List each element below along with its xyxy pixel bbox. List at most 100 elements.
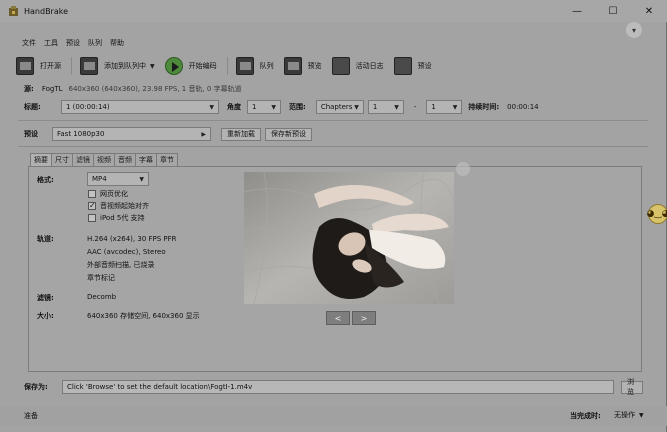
tab-dimensions[interactable]: 尺寸 [51,153,73,166]
chevron-down-icon[interactable]: ▼ [150,63,155,70]
cursor-indicator [456,162,470,176]
range-mode-select[interactable]: Chapters ▼ [315,100,364,114]
browse-button[interactable]: 浏览 [621,378,643,396]
save-as-label: 保存为: [24,383,48,391]
tab-audio[interactable]: 音频 [114,153,136,166]
window-controls: — ☐ ✕ [559,0,667,22]
divider [18,146,648,147]
chevron-down-icon: ▼ [639,411,644,419]
menu-queue[interactable]: 队列 [88,38,102,52]
queue-button[interactable]: 队列 [235,55,274,77]
preset-select[interactable]: Fast 1080p30 ▶ [52,127,211,141]
queue-icon [235,57,254,75]
title-select[interactable]: 1 (00:00:14) ▼ [61,100,219,114]
source-label: 源: [24,85,34,93]
tab-bar: 摘要 尺寸 滤镜 视频 音频 字幕 章节 [30,153,178,166]
tracks-list: H.264 (x264), 30 FPS PFR AAC (avcodec), … [87,233,177,285]
reload-preset-button[interactable]: 重新加载 [221,127,261,141]
add-to-queue-label: 添加到队列中 [104,62,146,70]
format-select[interactable]: MP4 ▼ [87,172,149,186]
close-button[interactable]: ✕ [631,0,667,22]
assistant-emoji-icon[interactable]: ◕‿◕ [647,204,667,224]
next-preview-button[interactable]: > [352,311,376,325]
menu-help[interactable]: 帮助 [110,38,124,52]
menu-presets[interactable]: 预设 [66,38,80,52]
open-source-icon [16,57,34,75]
when-done-value: 无操作 [614,411,635,419]
play-icon [164,57,183,75]
title-value: 1 (00:00:14) [66,103,110,111]
menu-tools[interactable]: 工具 [44,38,58,52]
summary-panel: 格式: MP4 ▼ 网页优化 音视频起始对齐 iPod 5代 支持 轨道: H.… [28,166,642,372]
save-new-preset-button[interactable]: 保存新预设 [265,127,312,141]
preview-label: 预览 [307,62,322,70]
tab-summary[interactable]: 摘要 [30,153,52,166]
angle-label: 角度 [227,103,241,111]
menu-file[interactable]: 文件 [22,38,36,52]
track-item: AAC (avcodec), Stereo [87,248,166,256]
angle-value: 1 [252,103,257,111]
duration-label: 持续时间: [468,103,500,111]
filters-label: 滤镜: [37,294,54,302]
chevron-down-icon: ▼ [354,103,359,111]
chevron-down-icon: ▼ [394,103,399,111]
start-encode-label: 开始编码 [188,62,217,70]
align-av-label: 音视频起始对齐 [100,202,149,210]
queue-label: 队列 [259,62,274,70]
when-done-label: 当完成时: [570,412,601,420]
range-dash: - [413,103,417,111]
title-bar: HandBrake — ☐ ✕ [0,0,667,22]
tab-filters[interactable]: 滤镜 [72,153,94,166]
tab-video[interactable]: 视频 [93,153,115,166]
checkbox-box [88,201,96,210]
open-source-button[interactable]: 打开源 [16,55,61,77]
activity-log-icon [331,57,350,75]
floating-scroll-icon[interactable]: ▾ [626,22,642,38]
range-end-value: 1 [431,103,436,111]
toolbar-separator [226,57,228,75]
save-row: 保存为: Click 'Browse' to set the default l… [24,378,643,396]
range-start-value: 1 [372,103,378,111]
range-end-select[interactable]: 1 ▼ [426,100,463,114]
source-name: FogTL [41,85,63,93]
tab-subtitles[interactable]: 字幕 [135,153,157,166]
size-label: 大小: [37,312,54,320]
format-value: MP4 [92,175,107,183]
tracks-label: 轨道: [37,235,54,243]
preset-label: 预设 [24,130,38,138]
status-text: 准备 [24,412,38,420]
track-item: H.264 (x264), 30 FPS PFR [87,235,177,243]
align-av-checkbox[interactable]: 音视频起始对齐 [88,201,149,211]
previous-preview-button[interactable]: < [326,311,350,325]
angle-select[interactable]: 1 ▼ [247,100,281,114]
status-bar: 准备 当完成时: 无操作 ▼ [0,406,667,426]
title-row: 标题: 1 (00:00:14) ▼ 角度 1 ▼ 范围: Chapters ▼… [24,100,539,114]
ipod-support-checkbox[interactable]: iPod 5代 支持 [88,213,145,223]
maximize-button[interactable]: ☐ [595,0,631,22]
start-encode-button[interactable]: 开始编码 [164,55,217,77]
add-to-queue-button[interactable]: 添加到队列中 ▼ [80,55,155,77]
source-row: 源: FogTL 640x360 (640x360), 23.98 FPS, 1… [24,84,242,94]
presets-button[interactable]: 预设 [393,55,432,77]
chevron-down-icon: ▼ [452,103,458,111]
menu-bar: 文件 工具 预设 队列 帮助 [0,38,124,52]
preset-row: 预设 Fast 1080p30 ▶ 重新加载 保存新预设 [24,127,312,141]
tab-chapters[interactable]: 章节 [156,153,178,166]
checkbox-box [88,214,96,222]
activity-log-button[interactable]: 活动日志 [331,55,384,77]
window-title: HandBrake [24,6,69,16]
save-path-input[interactable]: Click 'Browse' to set the default locati… [62,380,614,394]
when-done-dropdown[interactable]: 无操作 ▼ [614,410,644,420]
range-label: 范围: [289,103,306,111]
preview-nav: < > [326,311,376,325]
track-item: 外部音频扫描, 已烧录 [87,261,155,269]
size-value: 640x360 存储空间, 640x360 显示 [87,312,200,320]
minimize-button[interactable]: — [559,0,595,22]
preview-icon [283,57,302,75]
handbrake-window: HandBrake — ☐ ✕ ▾ 文件 工具 预设 队列 帮助 打开源 添加到… [0,0,667,432]
preview-button[interactable]: 预览 [283,55,322,77]
web-optimized-checkbox[interactable]: 网页优化 [88,189,128,199]
range-start-select[interactable]: 1 ▼ [367,100,404,114]
chevron-down-icon: ▼ [139,175,144,183]
filters-value: Decomb [87,293,117,301]
